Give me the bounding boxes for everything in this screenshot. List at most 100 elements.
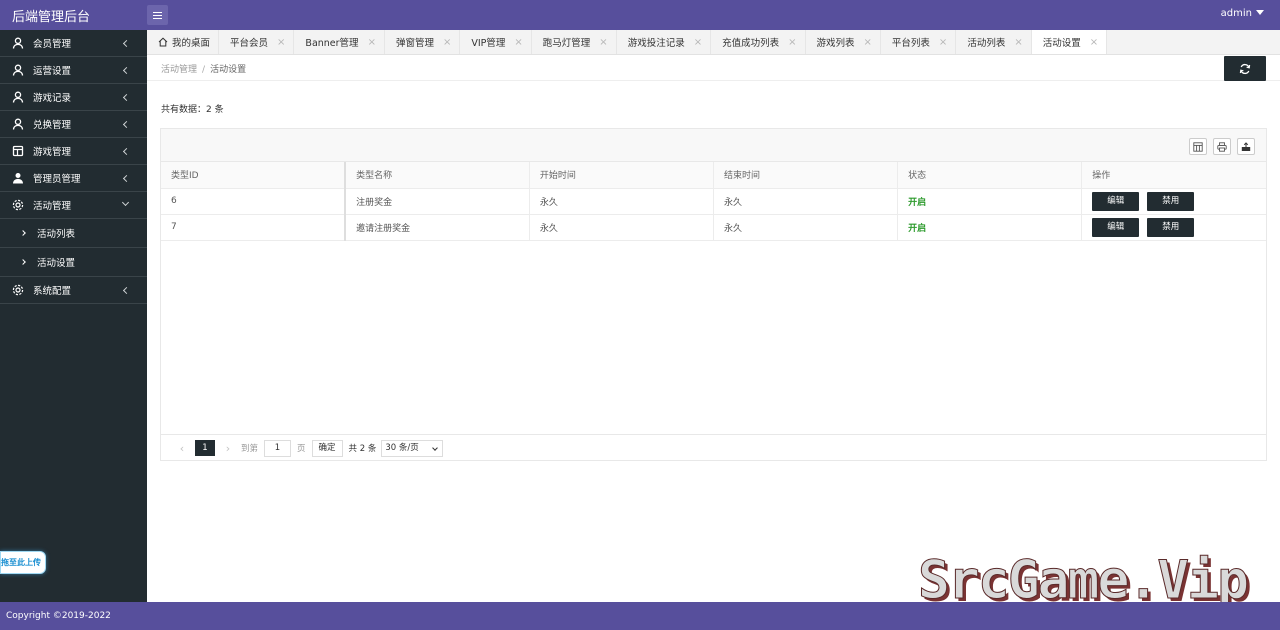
sidebar-item-system-config[interactable]: 系统配置 — [0, 277, 147, 304]
tab-bar: 我的桌面 平台会员 × Banner管理 × 弹窗管理 × VIP管理 × 跑马灯管理 ×… — [147, 30, 1280, 55]
close-icon[interactable]: × — [939, 37, 947, 48]
tab-label: 我的桌面 — [172, 38, 211, 49]
chevron-down-icon — [121, 198, 130, 207]
close-icon[interactable]: × — [443, 37, 451, 48]
tab-banner[interactable]: Banner管理 × — [294, 30, 385, 54]
close-icon[interactable]: × — [599, 37, 607, 48]
close-icon[interactable]: × — [1014, 37, 1022, 48]
column-header[interactable]: 状态 — [897, 162, 1083, 189]
cell-end-time: 永久 — [713, 214, 899, 241]
tab-platform-members[interactable]: 平台会员 × — [219, 30, 295, 54]
gear-icon — [12, 199, 24, 211]
user-icon — [12, 91, 24, 103]
breadcrumb-parent[interactable]: 活动管理 — [161, 65, 197, 75]
menu-toggle-button[interactable] — [147, 5, 168, 25]
chevron-left-icon — [122, 147, 131, 156]
column-header[interactable]: 类型名称 — [345, 162, 530, 189]
tab-popup[interactable]: 弹窗管理 × — [385, 30, 461, 54]
sidebar-item-members[interactable]: 会员管理 — [0, 30, 147, 57]
column-header[interactable]: 开始时间 — [529, 162, 714, 189]
list-icon — [12, 145, 24, 157]
tab-platform-list[interactable]: 平台列表 × — [881, 30, 957, 54]
page-number-input[interactable]: 1 — [264, 439, 292, 457]
tab-game-list[interactable]: 游戏列表 × — [806, 30, 881, 54]
tab-bet-records[interactable]: 游戏投注记录 × — [617, 30, 712, 54]
tab-label: 游戏列表 — [816, 38, 855, 49]
sidebar: 会员管理 运营设置 游戏记录 兑换管理 游戏管理 管理员管理 活动管理 活动列表… — [0, 30, 147, 602]
sidebar-item-label: 会员管理 — [33, 39, 72, 50]
sidebar-item-exchange[interactable]: 兑换管理 — [0, 111, 147, 138]
sidebar-item-activities[interactable]: 活动管理 — [0, 192, 147, 219]
close-icon[interactable]: × — [788, 37, 796, 48]
sidebar-item-label: 运营设置 — [33, 66, 72, 77]
sidebar-item-games[interactable]: 游戏管理 — [0, 138, 147, 165]
close-icon[interactable]: × — [368, 37, 376, 48]
close-icon[interactable]: × — [694, 37, 702, 48]
sidebar-subitem-activity-settings[interactable]: 活动设置 — [0, 248, 147, 277]
chevron-right-icon — [20, 259, 26, 265]
edit-button[interactable]: 编辑 — [1092, 217, 1140, 237]
close-icon[interactable]: × — [1090, 37, 1098, 48]
goto-confirm-button[interactable]: 确定 — [311, 439, 343, 457]
pagination: ‹ 1 › 到第 1 页 确定 共 2 条 30 条/页 — [161, 434, 1266, 461]
home-icon — [158, 37, 168, 47]
next-page-icon[interactable]: › — [219, 442, 237, 455]
tab-label: VIP管理 — [471, 38, 506, 49]
tab-label: 充值成功列表 — [722, 38, 780, 49]
column-header[interactable]: 操作 — [1081, 162, 1266, 189]
table-header-row: 类型ID 类型名称 开始时间 结束时间 状态 操作 — [161, 162, 1266, 189]
export-icon — [1241, 141, 1251, 151]
refresh-icon — [1239, 63, 1251, 74]
user-menu[interactable]: admin — [1221, 8, 1264, 19]
sidebar-subitem-activity-list[interactable]: 活动列表 — [0, 219, 147, 248]
current-page[interactable]: 1 — [195, 440, 215, 456]
sidebar-item-label: 活动管理 — [33, 201, 72, 212]
breadcrumb-bar: 活动管理 / 活动设置 — [147, 55, 1280, 81]
user-icon — [12, 118, 24, 130]
tab-activity-settings[interactable]: 活动设置 × — [1031, 30, 1108, 54]
refresh-button[interactable] — [1224, 56, 1266, 81]
prev-page-icon[interactable]: ‹ — [173, 442, 191, 455]
sidebar-item-label: 游戏记录 — [33, 93, 72, 104]
print-icon — [1217, 141, 1227, 152]
status-badge: 开启 — [897, 188, 1083, 215]
cell-type-name: 邀请注册奖金 — [345, 214, 530, 241]
upload-hint-badge[interactable]: 拖至此上传 — [0, 551, 46, 574]
sidebar-subitem-label: 活动列表 — [37, 229, 76, 240]
tab-label: 跑马灯管理 — [542, 38, 591, 49]
sidebar-item-game-records[interactable]: 游戏记录 — [0, 84, 147, 111]
tab-my-desktop[interactable]: 我的桌面 — [147, 30, 220, 54]
tab-activity-list[interactable]: 活动列表 × — [956, 30, 1032, 54]
chevron-down-icon — [432, 444, 439, 451]
sidebar-item-operations[interactable]: 运营设置 — [0, 57, 147, 84]
tab-label: 平台列表 — [891, 38, 930, 49]
breadcrumb: 活动管理 / 活动设置 — [161, 62, 246, 75]
close-icon[interactable]: × — [864, 37, 872, 48]
close-icon[interactable]: × — [514, 37, 522, 48]
cell-start-time: 永久 — [529, 214, 714, 241]
app-title: 后端管理后台 — [12, 10, 91, 25]
cell-type-id: 6 — [161, 188, 347, 215]
export-button[interactable] — [1237, 138, 1255, 155]
tab-marquee[interactable]: 跑马灯管理 × — [532, 30, 617, 54]
table-toolbar — [161, 129, 1266, 162]
page-size-select[interactable]: 30 条/页 — [381, 439, 444, 457]
tab-label: 游戏投注记录 — [627, 38, 685, 49]
edit-button[interactable]: 编辑 — [1092, 191, 1140, 211]
column-header[interactable]: 类型ID — [161, 162, 347, 189]
gear-icon — [12, 284, 24, 296]
column-header[interactable]: 结束时间 — [713, 162, 899, 189]
top-header: 后端管理后台 admin — [0, 0, 1280, 30]
disable-button[interactable]: 禁用 — [1147, 217, 1195, 237]
chevron-left-icon — [122, 174, 131, 183]
print-button[interactable] — [1213, 138, 1231, 155]
tab-recharge-list[interactable]: 充值成功列表 × — [711, 30, 806, 54]
chevron-left-icon — [122, 66, 131, 75]
sidebar-item-label: 系统配置 — [33, 286, 72, 297]
disable-button[interactable]: 禁用 — [1147, 191, 1195, 211]
columns-filter-button[interactable] — [1189, 138, 1207, 155]
sidebar-item-admins[interactable]: 管理员管理 — [0, 165, 147, 192]
close-icon[interactable]: × — [277, 37, 285, 48]
user-name: admin — [1220, 8, 1252, 19]
tab-vip[interactable]: VIP管理 × — [460, 30, 532, 54]
